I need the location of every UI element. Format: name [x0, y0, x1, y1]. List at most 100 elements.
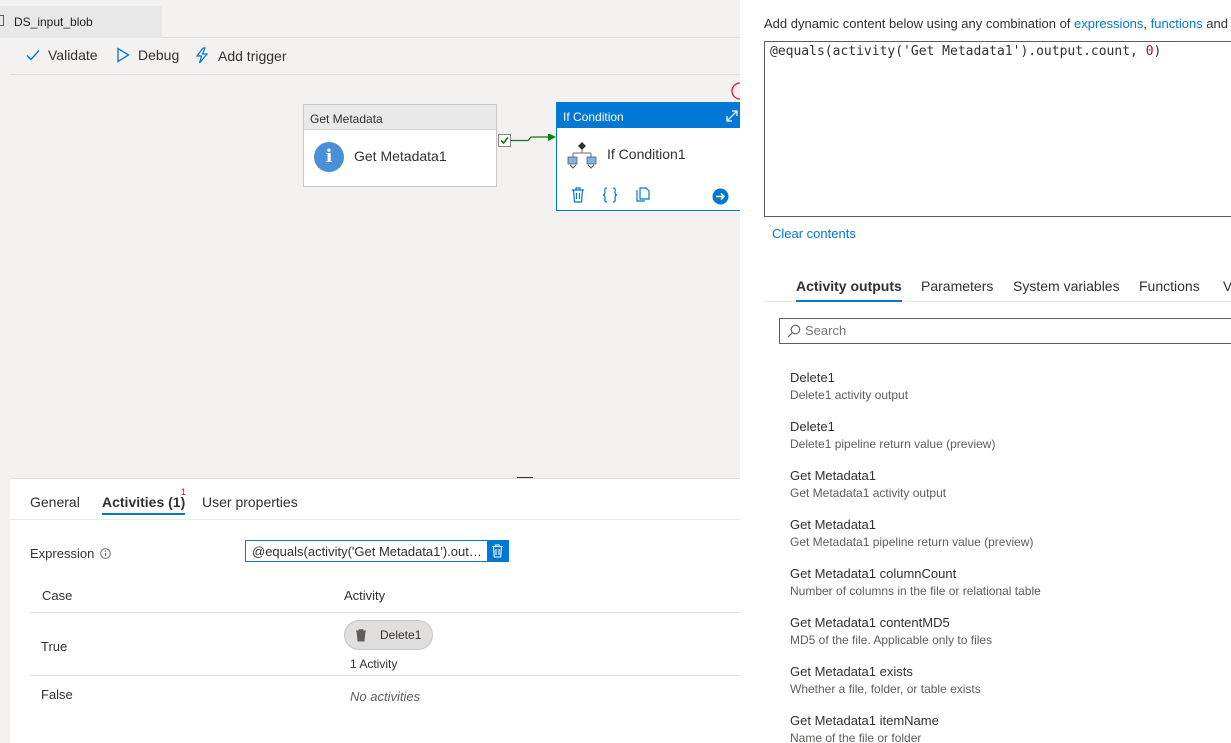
item-title: Delete1 [790, 370, 835, 385]
activities-error-badge: 1 [181, 487, 187, 497]
list-item[interactable]: Get Metadata1 exists Whether a file, fol… [790, 664, 1230, 696]
get-metadata-activity[interactable]: Get Metadata i Get Metadata1 [303, 104, 497, 187]
dataset-icon [0, 15, 4, 26]
hint-separator: , [1143, 16, 1151, 31]
activity-chip-delete1[interactable]: Delete1 [344, 620, 433, 650]
trash-icon [492, 544, 503, 558]
editor-text-end: ) [1153, 44, 1162, 59]
arrow-circle-icon[interactable] [712, 188, 729, 205]
success-connector[interactable] [498, 134, 558, 154]
content-tabs: Activity outputs Parameters System varia… [764, 270, 1231, 302]
activity-column-header: Activity [344, 588, 386, 603]
tab-activity-outputs[interactable]: Activity outputs [796, 278, 902, 302]
item-desc: Get Metadata1 activity output [790, 486, 947, 500]
if-condition-header-label: If Condition [563, 110, 624, 124]
node-actions [571, 187, 651, 203]
expand-icon[interactable] [725, 109, 739, 123]
if-condition-activity[interactable]: If Condition If Condition1 [556, 102, 740, 211]
search-box[interactable] [779, 318, 1231, 344]
expression-value: @equals(activity('Get Metadata1').output… [252, 544, 484, 559]
activity-count: 1 Activity [350, 657, 398, 671]
tab-strip: DS_input_blob [0, 0, 740, 38]
copy-icon[interactable] [635, 187, 651, 203]
tab-general[interactable]: General [30, 494, 80, 510]
expression-label-text: Expression [30, 546, 95, 561]
expression-label: Expression [30, 546, 112, 561]
delete-icon[interactable] [571, 187, 585, 203]
tab-parameters[interactable]: Parameters [921, 278, 993, 294]
expression-field[interactable]: @equals(activity('Get Metadata1').output… [245, 540, 509, 562]
item-title: Get Metadata1 [790, 468, 876, 483]
properties-tabs: General Activities (1) 1 User properties [10, 479, 740, 520]
debug-label: Debug [138, 47, 180, 63]
if-condition-header: If Condition [557, 103, 740, 128]
no-activities-text: No activities [350, 689, 421, 704]
get-metadata-name: Get Metadata1 [354, 148, 447, 164]
validate-button[interactable]: Validate [26, 47, 98, 63]
list-item[interactable]: Get Metadata1 columnCount Number of colu… [790, 566, 1230, 598]
editor-text: @equals(activity('Get Metadata1').output… [770, 44, 1146, 59]
expressions-link[interactable]: expressions [1074, 16, 1143, 31]
item-title: Get Metadata1 columnCount [790, 566, 957, 581]
tab-ds-input-blob[interactable]: DS_input_blob [0, 6, 162, 38]
item-desc: Get Metadata1 pipeline return value (pre… [790, 535, 1034, 549]
case-true: True [41, 639, 68, 654]
pipeline-toolbar: Validate Debug Add trigger [10, 38, 740, 75]
item-title: Get Metadata1 exists [790, 664, 913, 679]
add-trigger-label: Add trigger [218, 47, 287, 64]
play-icon [117, 47, 130, 63]
dynamic-content-hint: Add dynamic content below using any comb… [764, 16, 1228, 31]
code-icon[interactable] [602, 187, 618, 203]
tab-activities[interactable]: Activities (1) [102, 494, 186, 515]
item-desc: MD5 of the file. Applicable only to file… [790, 633, 993, 647]
item-title: Get Metadata1 itemName [790, 713, 939, 728]
if-condition-name: If Condition1 [607, 146, 686, 162]
list-item[interactable]: Get Metadata1 itemName Name of the file … [790, 713, 1230, 743]
expression-delete-button[interactable] [487, 541, 508, 561]
hint-prefix: Add dynamic content below using any comb… [764, 16, 1075, 31]
clear-contents-link[interactable]: Clear contents [772, 226, 856, 241]
checkmark-icon [26, 50, 40, 61]
item-title: Get Metadata1 contentMD5 [790, 615, 950, 630]
error-indicator-icon [731, 82, 740, 100]
get-metadata-header: Get Metadata [304, 105, 496, 130]
delete-activity-icon [356, 629, 366, 642]
cases-table-header: Case Activity [30, 576, 740, 613]
chip-label: Delete1 [380, 628, 422, 642]
add-trigger-button[interactable]: Add trigger [194, 47, 286, 64]
if-condition-icon [567, 142, 597, 169]
dynamic-content-panel: Add dynamic content below using any comb… [740, 0, 1231, 743]
functions-link[interactable]: functions [1151, 16, 1203, 31]
item-title: Delete1 [790, 419, 835, 434]
editor-number: 0 [1145, 44, 1154, 59]
table-row: True Delete1 1 Activity [30, 613, 740, 676]
case-false: False [41, 687, 73, 702]
list-item[interactable]: Delete1 Delete1 activity output [790, 370, 1230, 402]
item-desc: Delete1 pipeline return value (preview) [790, 437, 996, 451]
item-title: Get Metadata1 [790, 517, 876, 532]
item-desc: Whether a file, folder, or table exists [790, 682, 981, 696]
pipeline-canvas[interactable]: Get Metadata i Get Metadata1 If Conditio… [10, 76, 740, 478]
lightning-icon [195, 47, 209, 64]
tab-functions[interactable]: Functions [1139, 278, 1200, 294]
item-desc: Number of columns in the file or relatio… [790, 584, 1041, 598]
item-desc: Name of the file or folder [790, 731, 922, 743]
validate-label: Validate [48, 47, 98, 63]
tab-title: DS_input_blob [14, 15, 93, 29]
info-icon: i [314, 142, 344, 172]
tab-variables[interactable]: V [1223, 278, 1231, 294]
properties-panel: General Activities (1) 1 User properties… [10, 478, 740, 743]
tab-user-properties[interactable]: User properties [202, 494, 298, 510]
list-item[interactable]: Get Metadata1 Get Metadata1 activity out… [790, 468, 1230, 500]
list-item[interactable]: Get Metadata1 Get Metadata1 pipeline ret… [790, 517, 1230, 549]
expression-editor[interactable]: @equals(activity('Get Metadata1').output… [764, 41, 1231, 217]
tab-system-variables[interactable]: System variables [1013, 278, 1120, 294]
pipeline-editor: DS_input_blob Validate Debug Add trigger… [0, 0, 740, 743]
hint-suffix: and [1202, 16, 1228, 31]
case-column-header: Case [42, 588, 73, 603]
search-input[interactable] [805, 323, 1225, 338]
info-circle-icon[interactable] [100, 548, 112, 559]
list-item[interactable]: Get Metadata1 contentMD5 MD5 of the file… [790, 615, 1230, 647]
list-item[interactable]: Delete1 Delete1 pipeline return value (p… [790, 419, 1230, 451]
debug-button[interactable]: Debug [116, 47, 179, 63]
